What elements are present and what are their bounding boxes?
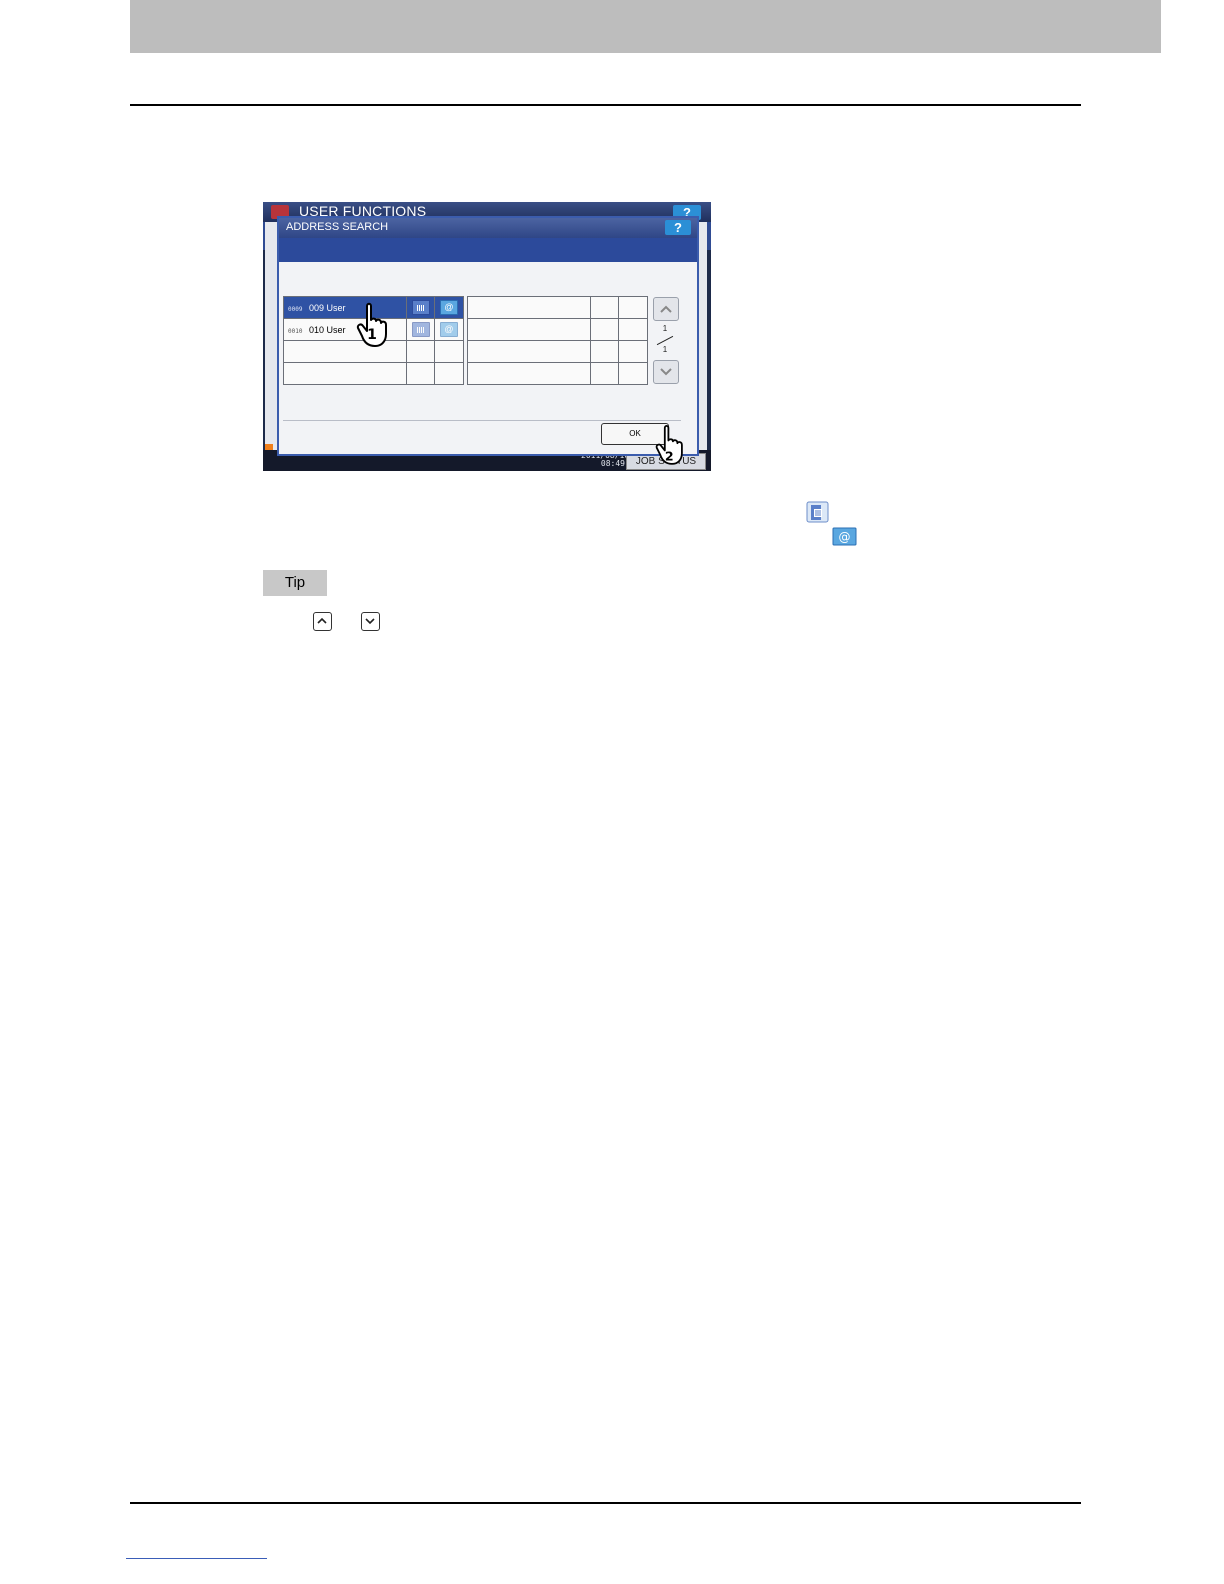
result-name: 010 User: [308, 324, 346, 335]
footer-link-underline: [126, 1558, 267, 1559]
page-current: 1: [662, 324, 668, 333]
email-icon: @: [440, 322, 458, 337]
callout-2-label: 2: [665, 448, 674, 463]
empty-row: [467, 296, 648, 319]
results-table-right: [467, 296, 648, 385]
empty-row: [467, 340, 648, 363]
tip-label: Tip: [263, 570, 327, 596]
empty-cell: [618, 296, 648, 319]
footer-rule: [130, 1502, 1081, 1504]
empty-cell: [467, 340, 591, 363]
empty-cell: [618, 340, 648, 363]
result-name: 009 User: [308, 302, 346, 313]
empty-cell: [283, 362, 407, 385]
empty-cell: [590, 340, 619, 363]
empty-cell: [434, 362, 464, 385]
pointing-hand-icon: 1: [356, 302, 387, 347]
empty-cell: [467, 296, 591, 319]
address-search-screenshot: USER FUNCTIONS ? 2011/08/10 08:49 JOB ST…: [263, 202, 711, 471]
page-header-band: [130, 0, 1161, 53]
down-arrow-icon: [660, 368, 672, 376]
scroll-up-button[interactable]: [653, 297, 679, 321]
empty-cell: [467, 362, 591, 385]
footer-time: 08:49: [600, 459, 625, 468]
header-rule: [130, 104, 1081, 106]
dialog-info-band: [279, 238, 697, 262]
email-cell[interactable]: @: [434, 296, 464, 319]
up-arrow-icon: [313, 612, 332, 631]
up-arrow-icon: [660, 305, 672, 313]
dialog-title-bar: ADDRESS SEARCH ?: [279, 218, 697, 238]
scroll-down-button[interactable]: [653, 360, 679, 384]
empty-cell: [467, 318, 591, 341]
empty-row: [467, 318, 648, 341]
email-icon: @: [832, 527, 857, 546]
fax-cell[interactable]: [406, 318, 435, 341]
address-search-dialog: ADDRESS SEARCH ? 0009 009 User @ 0010 01…: [277, 216, 699, 456]
result-number: 0009: [288, 305, 303, 313]
empty-cell: [618, 318, 648, 341]
empty-cell: [590, 296, 619, 319]
fax-icon: [411, 322, 430, 337]
callout-1-label: 1: [367, 327, 377, 343]
down-arrow-icon: [361, 612, 380, 631]
empty-cell: [618, 362, 648, 385]
result-number: 0010: [288, 327, 303, 335]
svg-text:@: @: [839, 530, 851, 544]
email-icon: @: [440, 300, 458, 315]
pointing-hand-icon: 2: [655, 424, 683, 465]
empty-cell: [590, 362, 619, 385]
empty-cell: [434, 340, 464, 363]
page-divider: [656, 335, 674, 346]
empty-cell: [590, 318, 619, 341]
fax-cell[interactable]: [406, 296, 435, 319]
page-total: 1: [662, 345, 668, 354]
fax-icon: [806, 501, 829, 523]
empty-row: [467, 362, 648, 385]
fax-icon: [411, 300, 430, 315]
email-cell[interactable]: @: [434, 318, 464, 341]
dialog-separator: [283, 420, 681, 421]
empty-row: [283, 362, 464, 385]
dialog-title: ADDRESS SEARCH: [286, 221, 389, 233]
dialog-help-button[interactable]: ?: [665, 220, 691, 235]
empty-cell: [406, 340, 435, 363]
empty-cell: [406, 362, 435, 385]
